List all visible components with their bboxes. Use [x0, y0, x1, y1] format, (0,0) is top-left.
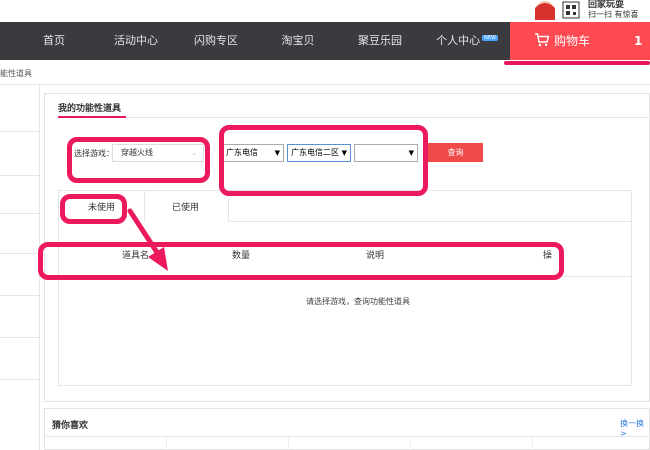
chevron-down-icon: ⌄: [191, 149, 197, 157]
column-header-quantity: 数量: [232, 251, 251, 261]
sub-server-select[interactable]: ▼: [354, 144, 418, 162]
tab-unused[interactable]: 未使用: [88, 200, 115, 213]
empty-state-message: 请选择游戏，查询功能性道具: [306, 297, 410, 306]
panel-title-accent: [58, 116, 126, 118]
server-select-value: 广东电信二区: [291, 148, 339, 157]
dropdown-arrow-icon: ▼: [408, 149, 414, 157]
server-select[interactable]: 广东电信二区 ▼: [287, 144, 351, 162]
breadcrumb: 能性道具: [0, 69, 32, 78]
dropdown-arrow-icon: ▼: [274, 149, 280, 157]
annotation-arrow-icon: [127, 208, 168, 271]
nav-item-treasure[interactable]: 淘宝贝: [272, 22, 324, 60]
sidebar: [0, 85, 40, 450]
cart-button[interactable]: 购物车: [510, 22, 650, 60]
sidebar-divider: [0, 337, 40, 338]
dropdown-arrow-icon: ▼: [341, 149, 347, 157]
panel-title-divider: [58, 117, 650, 118]
game-select[interactable]: 穿越火线 ⌄: [112, 144, 204, 162]
panel-title: 我的功能性道具: [58, 104, 122, 114]
nav-item-flash-sale[interactable]: 闪购专区: [186, 22, 246, 60]
refresh-recommendations-link[interactable]: 换一换>: [620, 418, 650, 438]
cart-highlight-underline: [504, 61, 650, 65]
recommendation-column-divider: [532, 437, 533, 450]
table-header-divider: [60, 276, 632, 277]
qr-promo: 回家玩耍 扫一扫 有惊喜: [588, 0, 650, 20]
game-select-label: 选择游戏：: [74, 149, 114, 158]
nav-item-home[interactable]: 首页: [30, 22, 78, 60]
sidebar-divider: [0, 131, 40, 132]
recommendations-panel: [44, 408, 650, 450]
qr-title: 回家玩耍: [588, 0, 625, 10]
nav-item-bean-park[interactable]: 聚豆乐园: [350, 22, 410, 60]
tab-divider: [228, 190, 229, 222]
column-header-actions: 操: [543, 251, 553, 261]
nav-item-personal-center[interactable]: 个人中心 NEW: [434, 22, 500, 60]
recommendations-divider: [44, 436, 650, 437]
region-select[interactable]: 广东电信 ▼: [222, 144, 284, 162]
breadcrumb-divider: [0, 84, 650, 85]
query-button[interactable]: 查询: [428, 143, 483, 162]
cart-count: 1: [634, 34, 643, 48]
qr-caption: 扫一扫 有惊喜: [588, 10, 639, 19]
new-badge: NEW: [482, 35, 498, 41]
cart-label: 购物车: [554, 34, 591, 48]
sidebar-divider: [0, 175, 40, 176]
sidebar-divider: [0, 379, 40, 380]
nav-item-activity-center[interactable]: 活动中心: [106, 22, 166, 60]
mascot-qr-icon: [535, 1, 580, 20]
sidebar-divider: [0, 213, 40, 214]
recommendation-column-divider: [288, 437, 289, 450]
recommendation-column-divider: [166, 437, 167, 450]
tab-bottom-divider: [228, 221, 632, 222]
game-select-value: 穿越火线: [121, 148, 153, 157]
region-select-value: 广东电信: [226, 148, 258, 157]
recommendation-column-divider: [410, 437, 411, 450]
recommendations-title: 猜你喜欢: [52, 421, 89, 431]
sidebar-divider: [0, 253, 40, 254]
column-header-description: 说明: [366, 251, 385, 261]
shopping-cart-icon: [535, 33, 550, 47]
